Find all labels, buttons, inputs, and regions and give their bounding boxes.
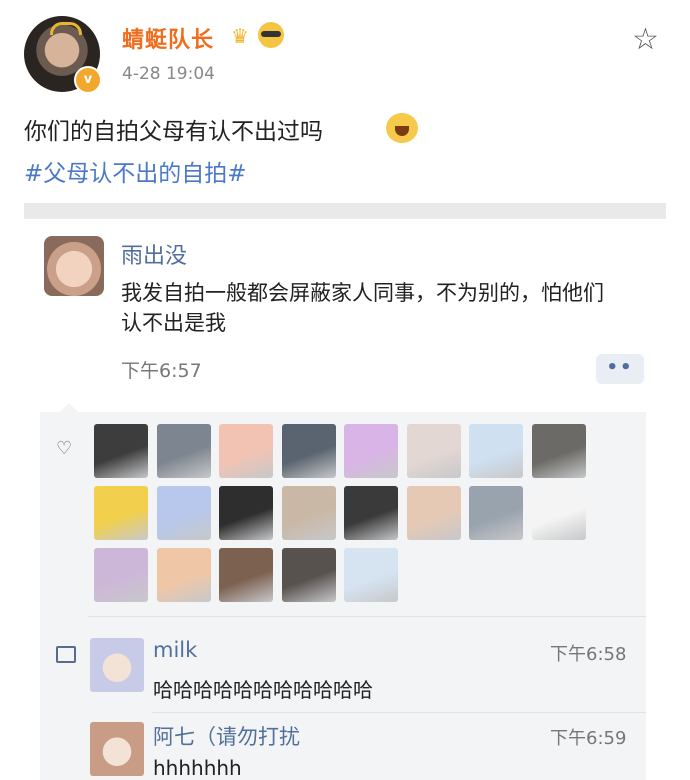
liker-avatar[interactable] xyxy=(281,548,336,602)
liker-avatar[interactable] xyxy=(344,486,398,540)
liker-avatar[interactable] xyxy=(469,486,523,540)
liker-avatar[interactable] xyxy=(344,424,398,478)
liker-avatar[interactable] xyxy=(156,424,211,478)
liker-avatar[interactable] xyxy=(219,424,273,478)
liker-avatar[interactable] xyxy=(531,486,586,540)
author-avatar[interactable]: v xyxy=(24,16,102,94)
liker-avatar[interactable] xyxy=(406,486,461,540)
cool-cat-emoji-icon xyxy=(258,22,284,48)
liker-avatar[interactable] xyxy=(406,424,461,478)
hashtag-link[interactable]: #父母认不出的自拍# xyxy=(24,154,247,188)
commenter-name[interactable]: 雨出没 xyxy=(121,238,187,270)
reply-divider xyxy=(152,712,646,713)
verified-badge: v xyxy=(74,66,102,94)
reply-text: 哈哈哈哈哈哈哈哈哈哈哈 xyxy=(153,678,373,702)
author-name[interactable]: 蜻蜓队长 xyxy=(122,22,214,54)
liker-avatar[interactable] xyxy=(94,486,148,540)
liker-avatar[interactable] xyxy=(219,548,273,602)
liker-avatar[interactable] xyxy=(344,548,398,602)
reply-timestamp: 下午6:59 xyxy=(550,728,627,749)
reply-avatar[interactable] xyxy=(90,638,144,692)
liker-avatar[interactable] xyxy=(94,424,148,478)
section-divider xyxy=(24,203,666,219)
more-options-button[interactable]: •• xyxy=(596,354,644,384)
liker-avatar[interactable] xyxy=(219,486,273,540)
avatar-crown-mark xyxy=(50,22,82,35)
reply-timestamp: 下午6:58 xyxy=(550,644,627,665)
post-timestamp: 4-28 19:04 xyxy=(122,64,215,84)
comment-timestamp: 下午6:57 xyxy=(121,360,202,382)
reply-author-name[interactable]: 阿七（请勿打扰 xyxy=(153,721,300,751)
liker-avatar[interactable] xyxy=(94,548,148,602)
star-icon[interactable]: ☆ xyxy=(632,22,659,57)
reply-author-name[interactable]: milk xyxy=(153,638,197,662)
liker-avatar[interactable] xyxy=(156,548,211,602)
crying-laughing-emoji-icon xyxy=(386,113,418,143)
heart-icon: ♡ xyxy=(56,438,73,459)
reply-icon xyxy=(56,646,76,663)
commenter-avatar[interactable] xyxy=(44,236,104,296)
reply-avatar[interactable] xyxy=(90,722,144,776)
liker-avatar[interactable] xyxy=(531,424,586,478)
liker-avatar[interactable] xyxy=(469,424,523,478)
comment-text: 我发自拍一般都会屏蔽家人同事，不为别的，怕他们认不出是我 xyxy=(121,281,604,335)
likes-replies-divider xyxy=(88,616,646,617)
liker-avatar[interactable] xyxy=(156,486,211,540)
post-text: 你们的自拍父母有认不出过吗 xyxy=(24,119,323,145)
reply-text: hhhhhhh xyxy=(153,756,242,780)
crown-emoji-icon: ♛ xyxy=(231,24,249,48)
liker-avatar[interactable] xyxy=(281,424,336,478)
liker-avatar[interactable] xyxy=(281,486,336,540)
